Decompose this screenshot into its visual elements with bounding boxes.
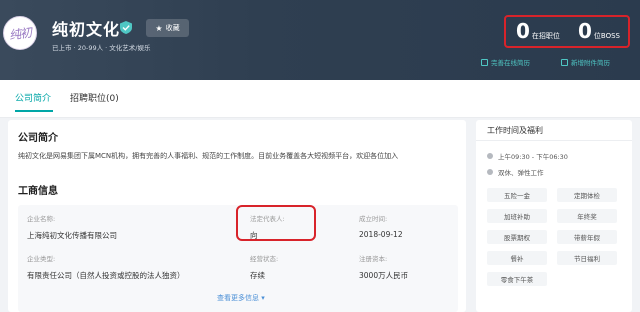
business-info-title: 工商信息 — [18, 186, 58, 197]
field-value: 上海纯初文化传播有限公司 — [27, 231, 117, 240]
perk-tag: 定期体检 — [557, 188, 617, 202]
attachment-icon — [561, 58, 568, 66]
perk-tag: 年终奖 — [557, 209, 617, 223]
intro-text: 纯初文化是网易集团下属MCN机构，拥有完善的人事福利、规范的工作制度。目前业务覆… — [18, 152, 399, 160]
open-positions-label: 在招职位 — [531, 32, 560, 40]
field-label: 企业类型: — [27, 255, 56, 263]
open-positions-count: 0 — [516, 19, 530, 43]
logo-text: 纯初 — [8, 25, 32, 42]
star-icon: ★ — [155, 23, 163, 33]
company-banner: 纯初 纯初文化 ★ 收藏 已上市 · 20-99人 · 文化艺术/娱乐 0 在招… — [0, 0, 640, 80]
intro-title: 公司简介 — [18, 133, 58, 144]
complete-resume-link[interactable]: 完善在线简历 — [481, 57, 530, 67]
perk-tag: 餐补 — [487, 251, 547, 265]
chevron-down-icon: ▾ — [261, 294, 265, 302]
company-tags: 已上市 · 20-99人 · 文化艺术/娱乐 — [52, 44, 151, 52]
tab-company-intro[interactable]: 公司简介 — [15, 91, 51, 104]
perk-tag: 带薪年假 — [557, 230, 617, 244]
boss-count: 0 — [578, 19, 592, 43]
verified-badge-icon — [120, 21, 132, 34]
divider — [476, 140, 632, 141]
field-value: 有限责任公司（自然人投资或控股的法人独资） — [27, 271, 185, 280]
operating-status: 经营状态: 存续 — [250, 253, 278, 281]
perk-tag: 五险一金 — [487, 188, 547, 202]
tab-job-positions[interactable]: 招聘职位(0) — [70, 91, 119, 104]
calendar-icon — [487, 169, 493, 175]
perk-tag: 节日福利 — [557, 251, 617, 265]
work-hours-text: 上午09:30 - 下午06:30 — [498, 153, 568, 161]
rest-schedule-text: 双休、弹性工作 — [498, 169, 544, 177]
follow-button[interactable]: ★ 收藏 — [146, 19, 189, 37]
work-hours: 上午09:30 - 下午06:30 — [487, 151, 568, 161]
field-value: 存续 — [250, 271, 265, 280]
field-value: 2018-09-12 — [359, 230, 403, 239]
field-value: 3000万人民币 — [359, 271, 409, 280]
view-more-info-link[interactable]: 查看更多信息 ▾ — [217, 293, 265, 303]
clock-icon — [487, 153, 493, 159]
open-positions-stat[interactable]: 0 在招职位 — [516, 19, 560, 43]
field-label: 注册资本: — [359, 255, 388, 263]
rest-schedule: 双休、弹性工作 — [487, 167, 544, 177]
add-attachment-resume-label: 新增附件简历 — [571, 59, 610, 67]
perk-tag: 零食下午茶 — [487, 272, 547, 286]
company-legal-name: 企业名称: 上海纯初文化传播有限公司 — [27, 213, 117, 241]
view-more-label: 查看更多信息 — [217, 294, 259, 302]
registered-capital: 注册资本: 3000万人民币 — [359, 253, 408, 281]
perk-tag: 加班补助 — [487, 209, 547, 223]
company-tabs: 公司简介 招聘职位(0) — [0, 80, 640, 118]
benefits-panel: 工作时间及福利 上午09:30 - 下午06:30 双休、弹性工作 五险一金 定… — [476, 120, 632, 312]
perk-tag: 股票期权 — [487, 230, 547, 244]
legal-representative-highlight — [236, 205, 316, 241]
field-label: 企业名称: — [27, 215, 56, 223]
active-tab-indicator — [15, 110, 53, 112]
complete-resume-label: 完善在线简历 — [491, 59, 530, 67]
follow-button-label: 收藏 — [165, 24, 180, 32]
founded-date: 成立时间: 2018-09-12 — [359, 213, 403, 239]
field-label: 成立时间: — [359, 215, 388, 223]
stats-highlight: 0 在招职位 0 位BOSS — [504, 15, 630, 48]
boss-stat[interactable]: 0 位BOSS — [578, 19, 620, 43]
boss-label: 位BOSS — [593, 32, 620, 40]
add-attachment-resume-link[interactable]: 新增附件简历 — [561, 57, 610, 67]
benefits-title: 工作时间及福利 — [487, 126, 543, 135]
resume-icon — [481, 58, 488, 66]
main-panel: 公司简介 纯初文化是网易集团下属MCN机构，拥有完善的人事福利、规范的工作制度。… — [8, 120, 466, 312]
company-logo: 纯初 — [3, 16, 37, 50]
field-label: 经营状态: — [250, 255, 279, 263]
company-type: 企业类型: 有限责任公司（自然人投资或控股的法人独资） — [27, 253, 185, 281]
company-name: 纯初文化 — [52, 20, 121, 39]
